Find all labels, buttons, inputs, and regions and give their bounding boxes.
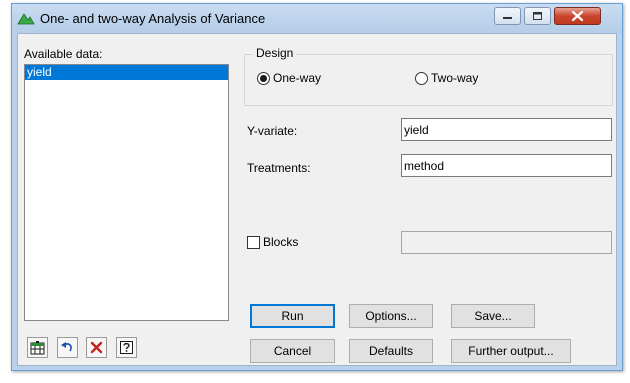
design-group-legend: Design (253, 46, 297, 60)
y-variate-label: Y-variate: (247, 124, 298, 138)
spreadsheet-icon (30, 341, 45, 355)
clear-tool-button[interactable] (86, 337, 107, 358)
two-way-radio-label: Two-way (431, 71, 479, 85)
close-icon (571, 10, 584, 22)
help-icon (120, 341, 133, 354)
one-way-radio-label: One-way (273, 71, 322, 85)
blocks-checkbox[interactable]: Blocks (247, 235, 298, 249)
radio-indicator (257, 71, 270, 85)
title-bar[interactable]: One- and two-way Analysis of Variance (12, 4, 622, 33)
dialog-client-area: Available data: yield Design One-way Two… (17, 33, 617, 366)
window-title: One- and two-way Analysis of Variance (40, 11, 266, 26)
dialog-window: One- and two-way Analysis of Variance Av… (11, 3, 623, 371)
treatments-label: Treatments: (247, 161, 311, 175)
radio-indicator (415, 71, 428, 85)
maximize-icon (533, 12, 542, 20)
spreadsheet-tool-button[interactable] (27, 337, 48, 358)
minimize-button[interactable] (494, 7, 521, 25)
available-data-label: Available data: (24, 47, 103, 61)
minimize-icon (503, 17, 512, 19)
treatments-field[interactable] (401, 154, 612, 177)
checkbox-indicator (247, 235, 260, 249)
list-item[interactable]: yield (25, 65, 228, 80)
options-button[interactable]: Options... (349, 304, 433, 328)
one-way-radio[interactable]: One-way (257, 71, 321, 85)
design-group: Design One-way Two-way (244, 46, 613, 106)
run-button[interactable]: Run (250, 304, 335, 328)
clear-icon (90, 341, 103, 354)
undo-tool-button[interactable] (57, 337, 78, 358)
further-output-button[interactable]: Further output... (451, 339, 571, 363)
cancel-button[interactable]: Cancel (250, 339, 335, 363)
maximize-button[interactable] (524, 7, 551, 25)
close-button[interactable] (554, 7, 601, 25)
genstat-app-icon (17, 11, 35, 25)
help-tool-button[interactable] (116, 337, 137, 358)
blocks-field (401, 231, 612, 254)
available-data-list[interactable]: yield (24, 64, 229, 321)
save-button[interactable]: Save... (451, 304, 535, 328)
undo-icon (61, 342, 72, 352)
two-way-radio[interactable]: Two-way (415, 71, 478, 85)
defaults-button[interactable]: Defaults (349, 339, 433, 363)
blocks-checkbox-label: Blocks (263, 235, 299, 249)
y-variate-field[interactable] (401, 118, 612, 141)
